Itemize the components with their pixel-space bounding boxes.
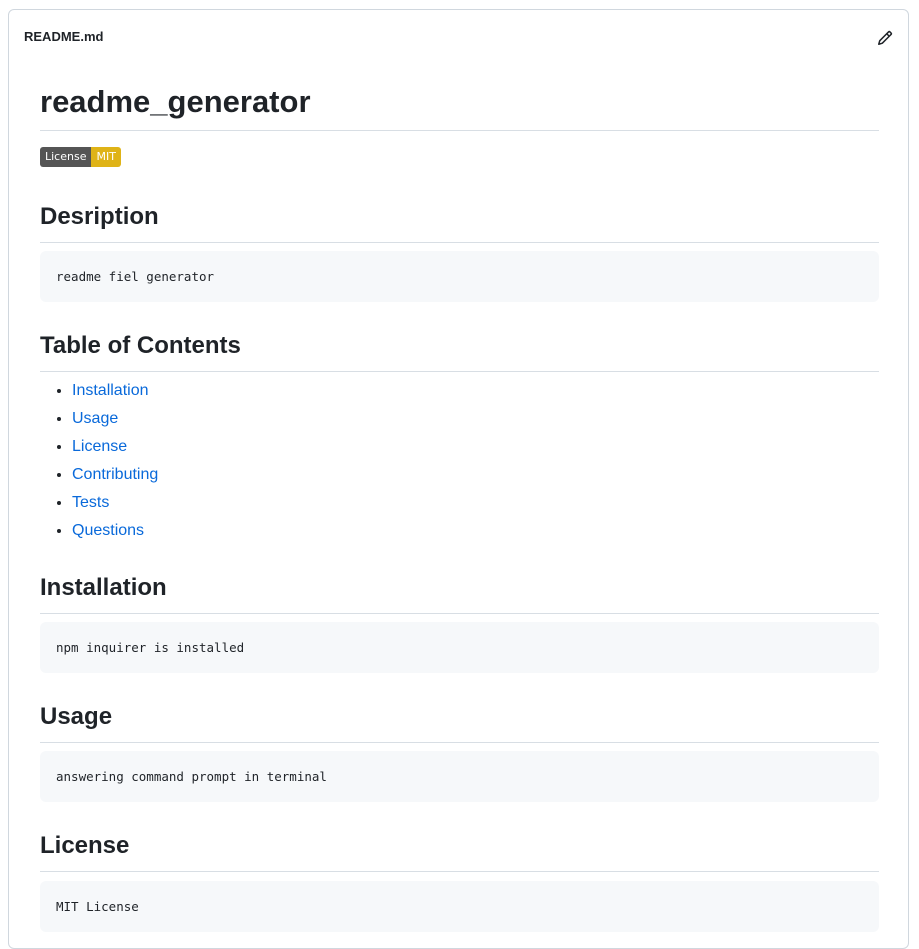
usage-heading: Usage [40, 701, 879, 743]
toc-item-license: License [72, 433, 158, 461]
edit-file-button[interactable] [874, 27, 896, 49]
badge-value: MIT [91, 147, 121, 167]
toc-item-tests: Tests [72, 489, 158, 517]
toc-link-contributing[interactable]: Contributing [72, 466, 158, 483]
description-code-block: readme fiel generator [40, 251, 879, 302]
toc-link-tests[interactable]: Tests [72, 494, 109, 511]
pencil-icon [877, 30, 893, 46]
license-code-block: MIT License [40, 881, 879, 932]
readme-title: readme_generator [40, 81, 879, 131]
license-heading: License [40, 830, 879, 872]
license-badge[interactable]: License MIT [40, 147, 121, 167]
toc-list: Installation Usage License Contributing … [40, 377, 158, 545]
installation-code-block: npm inquirer is installed [40, 622, 879, 673]
readme-box-header: README.md [9, 10, 908, 65]
toc-heading: Table of Contents [40, 330, 879, 372]
toc-item-contributing: Contributing [72, 461, 158, 489]
toc-link-usage[interactable]: Usage [72, 410, 118, 427]
toc-link-license[interactable]: License [72, 438, 127, 455]
toc-link-installation[interactable]: Installation [72, 382, 149, 399]
installation-heading: Installation [40, 572, 879, 614]
badge-label: License [40, 147, 92, 167]
toc-item-questions: Questions [72, 517, 158, 545]
readme-box: README.md readme_generator License MIT D… [8, 9, 909, 949]
toc-item-installation: Installation [72, 377, 158, 405]
toc-link-questions[interactable]: Questions [72, 522, 144, 539]
usage-code-block: answering command prompt in terminal [40, 751, 879, 802]
file-name: README.md [24, 29, 104, 44]
description-heading: Desription [40, 201, 879, 243]
toc-item-usage: Usage [72, 405, 158, 433]
